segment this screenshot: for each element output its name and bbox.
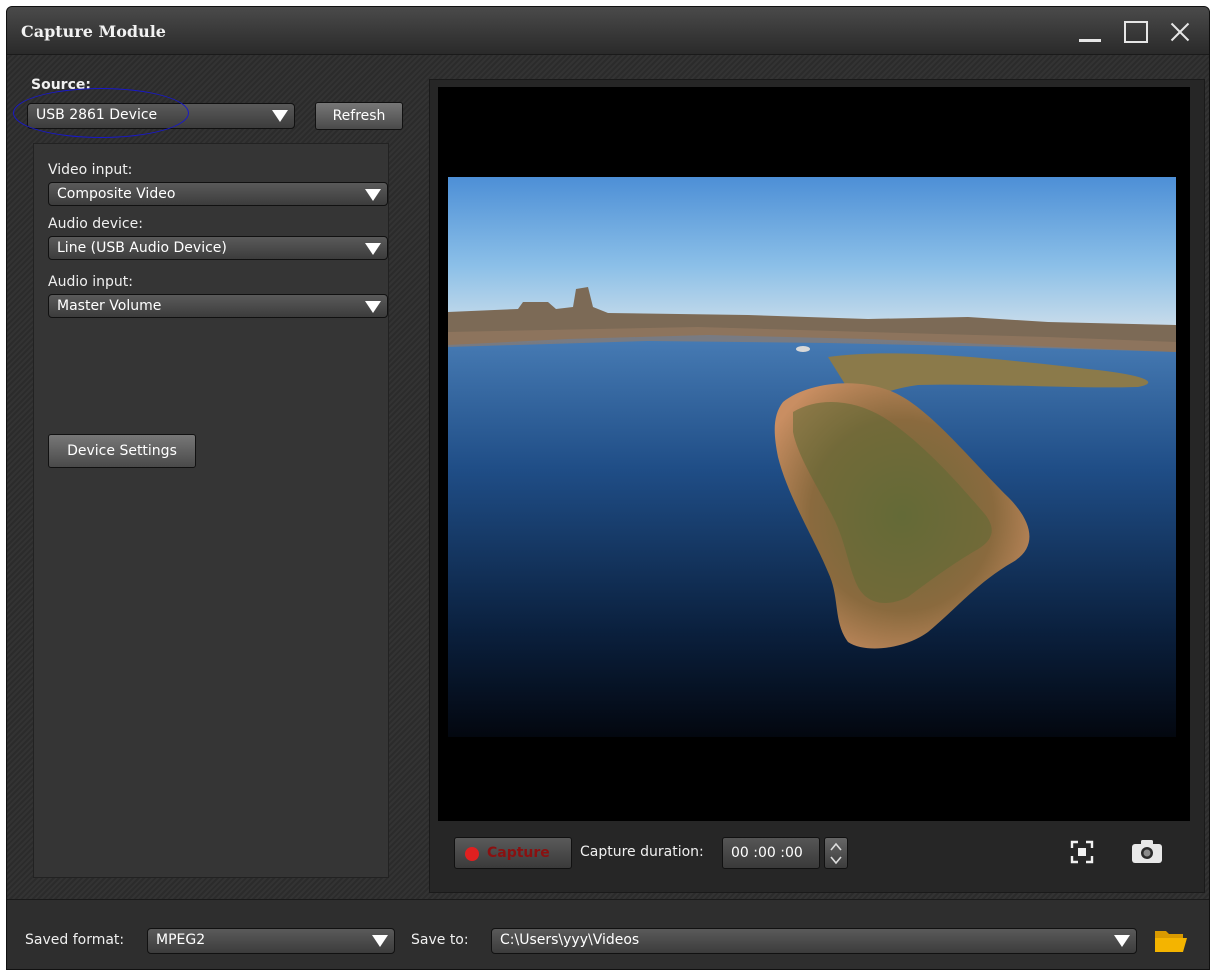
chevron-down-icon [272, 110, 288, 122]
duration-spinner[interactable] [824, 837, 848, 869]
audio-device-dropdown[interactable]: Line (USB Audio Device) [48, 236, 388, 260]
source-dropdown[interactable]: USB 2861 Device [27, 103, 295, 129]
audio-device-label: Audio device: [48, 216, 143, 232]
capture-label: Capture [487, 845, 550, 861]
video-frame-image [448, 177, 1176, 737]
capture-duration-input[interactable]: 00 :00 :00 [722, 837, 820, 869]
chevron-down-icon [1114, 935, 1130, 947]
video-input-dropdown[interactable]: Composite Video [48, 182, 388, 206]
save-to-label: Save to: [411, 932, 469, 948]
save-to-path-dropdown[interactable]: C:\Users\yyy\Videos [491, 928, 1137, 954]
record-dot-icon [465, 847, 479, 861]
video-input-value: Composite Video [57, 186, 176, 202]
video-preview [438, 87, 1190, 821]
chevron-down-icon [372, 935, 388, 947]
minimize-icon[interactable] [1073, 17, 1107, 45]
preview-frame: Capture Capture duration: 00 :00 :00 [429, 79, 1205, 893]
saved-format-label: Saved format: [25, 932, 125, 948]
camera-icon[interactable] [1130, 837, 1164, 865]
chevron-down-icon [365, 243, 381, 255]
capture-module-window: Capture Module Source: USB 2861 Device R… [6, 6, 1210, 970]
video-input-label: Video input: [48, 162, 133, 178]
chevron-down-icon [365, 301, 381, 313]
chevron-up-icon[interactable] [830, 841, 842, 853]
source-label: Source: [31, 77, 91, 93]
folder-icon[interactable] [1153, 926, 1189, 954]
device-settings-panel: Video input: Composite Video Audio devic… [33, 143, 389, 878]
close-icon[interactable] [1163, 17, 1197, 45]
maximize-icon[interactable] [1118, 17, 1152, 45]
device-settings-button[interactable]: Device Settings [48, 434, 196, 468]
fullscreen-icon[interactable] [1070, 840, 1094, 864]
saved-format-value: MPEG2 [156, 932, 206, 948]
bottom-bar: Saved format: MPEG2 Save to: C:\Users\yy… [7, 899, 1209, 969]
capture-button[interactable]: Capture [454, 837, 572, 869]
audio-input-dropdown[interactable]: Master Volume [48, 294, 388, 318]
save-to-value: C:\Users\yyy\Videos [500, 932, 640, 948]
audio-input-value: Master Volume [57, 298, 162, 314]
saved-format-dropdown[interactable]: MPEG2 [147, 928, 395, 954]
client-area: Source: USB 2861 Device Refresh Video in… [7, 55, 1209, 969]
source-value: USB 2861 Device [36, 107, 158, 123]
capture-duration-label: Capture duration: [580, 844, 704, 860]
window-title: Capture Module [21, 22, 166, 41]
chevron-down-icon[interactable] [830, 854, 842, 866]
audio-input-label: Audio input: [48, 274, 133, 290]
chevron-down-icon [365, 189, 381, 201]
audio-device-value: Line (USB Audio Device) [57, 240, 227, 256]
refresh-button[interactable]: Refresh [315, 102, 403, 130]
title-bar[interactable]: Capture Module [7, 7, 1209, 55]
